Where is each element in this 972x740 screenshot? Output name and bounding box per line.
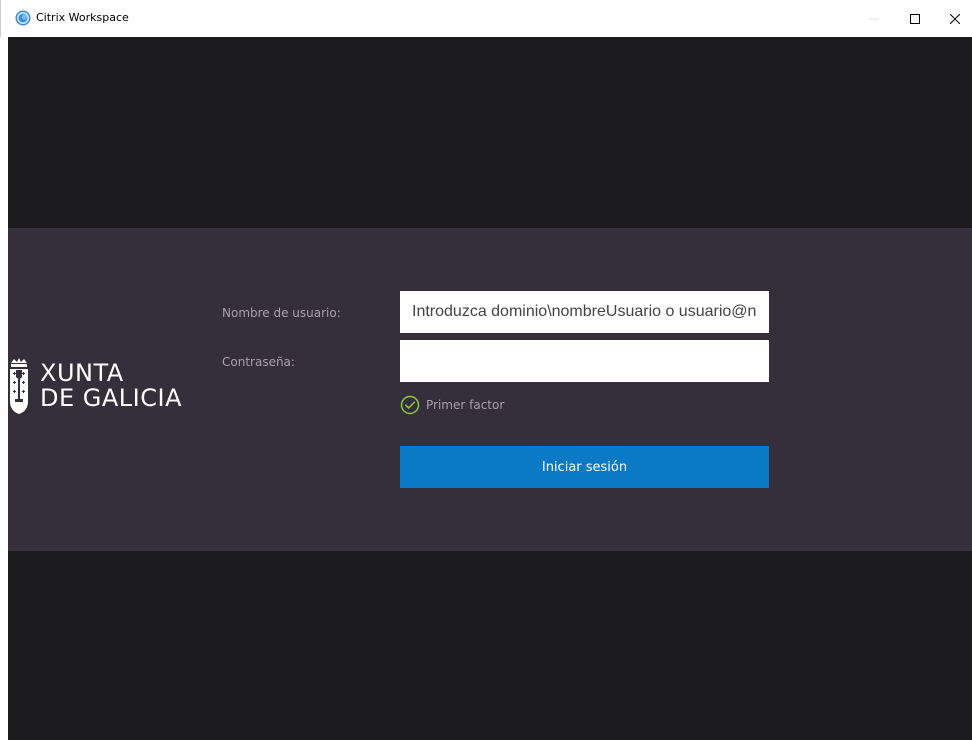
logo-line-de-galicia: DE GALICIA: [40, 384, 182, 412]
galicia-crest-icon: [10, 358, 28, 414]
close-icon: [950, 13, 960, 24]
xunta-de-galicia-logo: XUNTA DE GALICIA: [8, 354, 182, 418]
minimize-icon: [869, 18, 879, 19]
check-circle-icon: [400, 395, 420, 415]
logo-line-xunta: XUNTA: [40, 359, 124, 387]
first-factor-indicator: Primer factor: [400, 395, 504, 415]
login-panel: XUNTA DE GALICIA Nombre de usuario: Cont…: [8, 228, 972, 551]
maximize-icon: [910, 13, 920, 24]
password-input[interactable]: [400, 340, 769, 382]
minimize-button[interactable]: [852, 0, 896, 37]
maximize-button[interactable]: [893, 0, 937, 37]
sign-in-button[interactable]: Iniciar sesión: [400, 446, 769, 488]
logo-text: XUNTA DE GALICIA: [40, 361, 182, 411]
client-area: XUNTA DE GALICIA Nombre de usuario: Cont…: [8, 37, 972, 740]
username-input[interactable]: [400, 291, 769, 333]
window-title: Citrix Workspace: [36, 11, 129, 24]
citrix-workspace-icon: [15, 10, 31, 26]
close-button[interactable]: [933, 0, 972, 37]
first-factor-label: Primer factor: [426, 398, 505, 412]
title-bar[interactable]: Citrix Workspace: [0, 0, 972, 37]
password-label: Contraseña:: [222, 355, 295, 369]
citrix-workspace-window: Citrix Workspace XUNTA DE GALICIA Nombre…: [0, 0, 972, 740]
username-label: Nombre de usuario:: [222, 306, 341, 320]
